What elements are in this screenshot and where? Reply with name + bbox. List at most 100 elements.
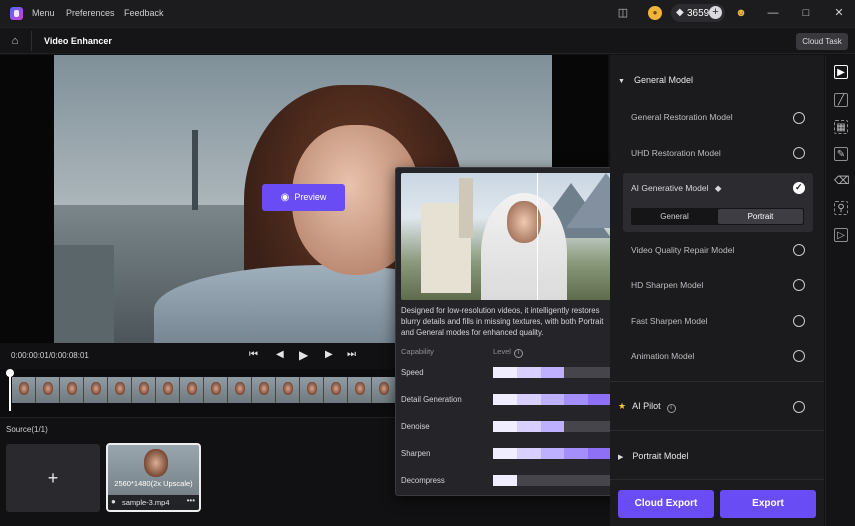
maximize-icon[interactable]: □	[799, 6, 813, 20]
radio-ai-generative[interactable]	[793, 182, 805, 194]
clip-resolution: 2560*1480(2x Upscale)	[114, 479, 193, 488]
capability-row: Speed	[401, 367, 613, 379]
credits-badge[interactable]: ◆ 3659 +	[671, 4, 725, 22]
model-description: Designed for low-resolution videos, it i…	[401, 306, 604, 337]
menu-preferences[interactable]: Preferences	[66, 8, 115, 18]
radio-fast-sharpen[interactable]	[793, 315, 805, 327]
level-segment	[564, 394, 589, 405]
plus-icon[interactable]: +	[709, 6, 722, 19]
level-segment	[588, 448, 612, 459]
cloud-task-button[interactable]: Cloud Task	[796, 33, 848, 50]
capability-name: Decompress	[401, 476, 445, 485]
cloud-export-button[interactable]: Cloud Export	[618, 490, 714, 518]
header-bar: ⌂ Video Enhancer Cloud Task	[0, 27, 855, 54]
radio-hd-sharpen[interactable]	[793, 279, 805, 291]
divider	[31, 31, 32, 51]
filmstrip	[12, 377, 396, 403]
level-segment	[564, 448, 589, 459]
level-segment	[540, 394, 565, 405]
level-segment	[517, 475, 541, 486]
time-readout: 0:00:00:01/0:00:08:01	[11, 351, 89, 360]
color-correct-icon[interactable]: ╱	[834, 93, 848, 107]
capability-level-bar	[493, 394, 612, 405]
level-segment	[516, 448, 541, 459]
playhead[interactable]	[6, 369, 14, 411]
step-back-icon[interactable]: ◀	[276, 349, 284, 360]
clip-name: sample-3.mp4	[122, 498, 170, 507]
capability-level-bar	[493, 421, 612, 432]
source-clip[interactable]: 2560*1480(2x Upscale) ● sample-3.mp4 •••	[106, 443, 201, 512]
comparison-image	[401, 173, 612, 300]
export-button[interactable]: Export	[720, 490, 816, 518]
radio-video-quality-repair[interactable]	[793, 244, 805, 256]
object-select-icon[interactable]: ⚲	[834, 201, 848, 215]
frame-interpolation-icon[interactable]: ▦	[834, 120, 848, 134]
level-segment	[588, 394, 612, 405]
more-icon[interactable]: •••	[187, 496, 195, 505]
video-enhance-icon[interactable]: ▶	[834, 65, 848, 79]
model-general-restoration[interactable]: General Restoration Model	[631, 112, 733, 122]
level-segment	[493, 367, 517, 378]
mode-general[interactable]: General	[632, 209, 717, 224]
eraser-icon[interactable]: ⌫	[834, 174, 850, 188]
capability-row: Sharpen	[401, 448, 613, 460]
play-icon[interactable]: ▶	[299, 348, 308, 362]
level-segment	[516, 367, 541, 378]
level-segment	[516, 421, 541, 432]
model-video-quality-repair[interactable]: Video Quality Repair Model	[631, 245, 734, 255]
radio-general-restoration[interactable]	[793, 112, 805, 124]
star-icon: ★	[618, 401, 627, 411]
info-icon: i	[513, 349, 523, 358]
close-icon[interactable]: ✕	[832, 6, 846, 20]
step-forward-icon[interactable]: ▶	[325, 349, 333, 360]
user-crown-icon[interactable]: ☻	[734, 6, 748, 20]
skip-start-icon[interactable]: ⏮	[249, 349, 258, 360]
selected-model-card[interactable]: AI Generative Model ◆ General Portrait	[623, 173, 813, 232]
level-segment	[588, 475, 612, 486]
gift-icon[interactable]: ◫	[616, 6, 630, 20]
capability-name: Denoise	[401, 422, 430, 431]
mode-toggle[interactable]: General Portrait	[631, 208, 804, 225]
model-hd-sharpen[interactable]: HD Sharpen Model	[631, 280, 703, 290]
ai-generate-icon[interactable]: ▷	[834, 228, 848, 242]
clip-type-icon: ●	[111, 497, 116, 506]
level-segment	[540, 421, 565, 432]
general-model-header[interactable]: ▼ General Model	[618, 75, 693, 85]
add-source-button[interactable]: +	[6, 444, 100, 512]
capability-level-bar	[493, 448, 612, 459]
level-segment	[493, 448, 517, 459]
eye-icon: ◉	[280, 192, 290, 203]
title-bar: Menu Preferences Feedback ◫ ● ◆ 3659 + ☻…	[0, 0, 855, 27]
model-uhd-restoration[interactable]: UHD Restoration Model	[631, 148, 721, 158]
skip-end-icon[interactable]: ⏭	[347, 349, 356, 360]
menu-feedback[interactable]: Feedback	[124, 8, 164, 18]
level-segment	[564, 475, 588, 486]
info-icon: i	[666, 404, 676, 413]
model-info-popup: Designed for low-resolution videos, it i…	[395, 167, 616, 496]
portrait-model-header[interactable]: ▶ Portrait Model	[618, 451, 688, 461]
radio-uhd-restoration[interactable]	[793, 147, 805, 159]
level-segment	[540, 448, 565, 459]
page-title: Video Enhancer	[44, 36, 112, 46]
diamond-icon: ◆	[676, 7, 684, 18]
model-ai-generative[interactable]: AI Generative Model ◆	[631, 183, 721, 194]
caret-right-icon: ▶	[618, 454, 624, 461]
home-icon[interactable]: ⌂	[6, 33, 24, 49]
capability-row: Decompress	[401, 475, 613, 487]
model-fast-sharpen[interactable]: Fast Sharpen Model	[631, 316, 708, 326]
level-segment	[564, 421, 588, 432]
mode-portrait[interactable]: Portrait	[718, 209, 803, 224]
level-segment	[588, 421, 612, 432]
app-logo	[10, 7, 23, 20]
coin-icon[interactable]: ●	[648, 6, 662, 20]
minimize-icon[interactable]: —	[766, 6, 780, 20]
edit-icon[interactable]: ✎	[834, 147, 848, 161]
menu-menu[interactable]: Menu	[32, 8, 55, 18]
tool-rail: ▶ ╱ ▦ ✎ ⌫ ⚲ ▷	[825, 55, 855, 526]
preview-button[interactable]: ◉ Preview	[262, 184, 345, 211]
model-animation[interactable]: Animation Model	[631, 351, 694, 361]
radio-ai-pilot[interactable]	[793, 401, 805, 413]
ai-pilot-header[interactable]: ★ AI Pilot i	[618, 401, 676, 413]
radio-animation[interactable]	[793, 350, 805, 362]
level-segment	[493, 475, 517, 486]
